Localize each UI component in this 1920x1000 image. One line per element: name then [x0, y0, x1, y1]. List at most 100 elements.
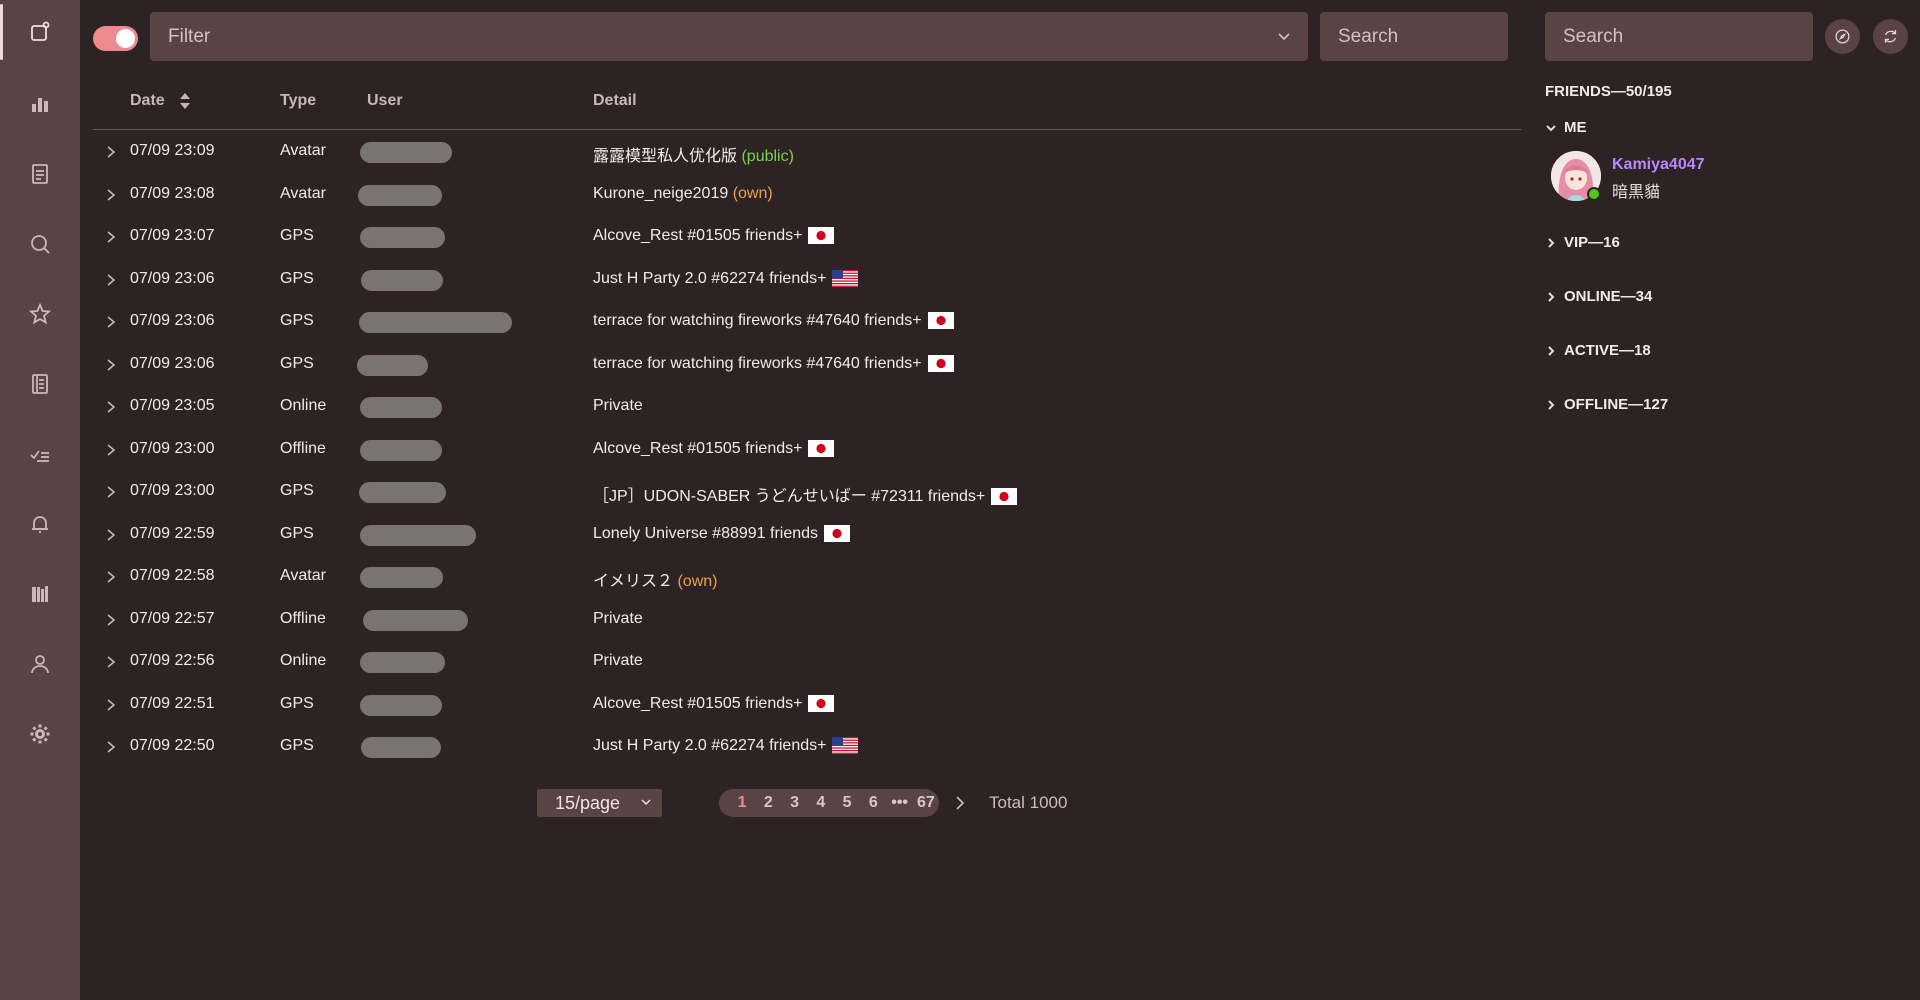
- row-detail-text: terrace for watching fireworks #47640 fr…: [593, 312, 922, 329]
- nav-charts[interactable]: [0, 76, 80, 132]
- chevron-right-icon[interactable]: [106, 613, 116, 627]
- row-user-redacted[interactable]: [360, 397, 442, 418]
- table-row[interactable]: 07/09 23:08 Avatar Kurone_neige2019 (own): [93, 173, 1521, 216]
- row-detail[interactable]: Alcove_Rest #01505 friends+: [593, 227, 835, 245]
- row-user-redacted[interactable]: [360, 567, 443, 588]
- row-user-redacted[interactable]: [363, 609, 468, 631]
- table-row[interactable]: 07/09 22:56 Online Private: [93, 640, 1521, 683]
- me-username[interactable]: Kamiya4047: [1612, 156, 1705, 174]
- row-detail[interactable]: Private: [593, 397, 643, 415]
- row-detail[interactable]: Private: [593, 610, 643, 628]
- table-row[interactable]: 07/09 23:09 Avatar 露露模型私人优化版 (public): [93, 130, 1521, 173]
- table-row[interactable]: 07/09 23:00 GPS ［JP］UDON-SABER うどんせいばー #72…: [93, 470, 1521, 513]
- feed-search-input[interactable]: [1320, 12, 1508, 61]
- row-user-redacted[interactable]: [358, 184, 442, 206]
- page-size-select[interactable]: 15/page: [537, 789, 662, 817]
- chevron-right-icon[interactable]: [106, 230, 116, 244]
- refresh-button[interactable]: [1873, 19, 1908, 54]
- row-detail[interactable]: イメリス２ (own): [593, 567, 717, 591]
- chevron-right-icon[interactable]: [106, 570, 116, 584]
- group-me[interactable]: ME: [1545, 119, 1587, 136]
- chevron-right-icon[interactable]: [106, 443, 116, 457]
- table-row[interactable]: 07/09 23:07 GPS Alcove_Rest #01505 friends…: [93, 215, 1521, 258]
- row-user-redacted[interactable]: [360, 652, 445, 673]
- filter-select[interactable]: Filter: [150, 12, 1308, 61]
- row-user-redacted[interactable]: [360, 524, 476, 546]
- row-detail[interactable]: 露露模型私人优化版 (public): [593, 142, 794, 166]
- chevron-right-icon[interactable]: [106, 273, 116, 287]
- row-user-redacted[interactable]: [360, 227, 445, 248]
- nav-notes[interactable]: [0, 146, 80, 202]
- page-number[interactable]: 4: [808, 794, 834, 812]
- column-date[interactable]: Date: [130, 92, 191, 110]
- row-detail[interactable]: Alcove_Rest #01505 friends+: [593, 695, 835, 713]
- chevron-right-icon[interactable]: [106, 740, 116, 754]
- nav-settings[interactable]: [0, 706, 80, 762]
- row-detail[interactable]: terrace for watching fireworks #47640 fr…: [593, 312, 954, 330]
- table-row[interactable]: 07/09 22:59 GPS Lonely Universe #88991 fri…: [93, 513, 1521, 556]
- chevron-right-icon[interactable]: [106, 485, 116, 499]
- chevron-right-icon[interactable]: [106, 145, 116, 159]
- next-page-icon[interactable]: [954, 795, 966, 811]
- table-row[interactable]: 07/09 22:57 Offline Private: [93, 598, 1521, 641]
- friend-group-header[interactable]: ACTIVE—18: [1545, 342, 1651, 359]
- row-detail[interactable]: Just H Party 2.0 #62274 friends+: [593, 269, 859, 288]
- row-user-redacted[interactable]: [361, 269, 443, 291]
- friend-group-label: ACTIVE—18: [1564, 342, 1651, 359]
- page-number[interactable]: 3: [782, 794, 808, 812]
- row-detail[interactable]: Private: [593, 652, 643, 670]
- nav-documents[interactable]: [0, 356, 80, 412]
- table-row[interactable]: 07/09 22:50 GPS Just H Party 2.0 #62274 fr…: [93, 725, 1521, 768]
- row-type: Offline: [280, 609, 326, 627]
- friend-group-header[interactable]: ONLINE—34: [1545, 288, 1652, 305]
- friend-group-header[interactable]: VIP—16: [1545, 234, 1620, 251]
- row-user-redacted[interactable]: [359, 482, 446, 503]
- friend-group-header[interactable]: OFFLINE—127: [1545, 396, 1668, 413]
- table-row[interactable]: 07/09 22:51 GPS Alcove_Rest #01505 friends…: [93, 683, 1521, 726]
- nav-notifications[interactable]: [0, 496, 80, 552]
- nav-profile[interactable]: [0, 636, 80, 692]
- page-number[interactable]: 1: [729, 794, 755, 812]
- row-user-redacted[interactable]: [357, 354, 428, 376]
- page-ellipsis[interactable]: •••: [887, 794, 913, 812]
- row-user-redacted[interactable]: [359, 312, 512, 333]
- table-row[interactable]: 07/09 23:06 GPS Just H Party 2.0 #62274 fr…: [93, 258, 1521, 301]
- page-number[interactable]: 6: [860, 794, 886, 812]
- flag-usa-icon: [832, 269, 859, 287]
- page-number[interactable]: 5: [834, 794, 860, 812]
- side-nav: [0, 0, 80, 1000]
- row-user-redacted[interactable]: [360, 694, 442, 716]
- table-row[interactable]: 07/09 23:05 Online Private: [93, 385, 1521, 428]
- row-detail[interactable]: Kurone_neige2019 (own): [593, 185, 773, 203]
- chevron-right-icon[interactable]: [106, 528, 116, 542]
- row-user-redacted[interactable]: [360, 142, 452, 163]
- row-detail[interactable]: Just H Party 2.0 #62274 friends+: [593, 737, 859, 755]
- table-row[interactable]: 07/09 22:58 Avatar イメリス２ (own): [93, 555, 1521, 598]
- nav-favorites[interactable]: [0, 286, 80, 342]
- chevron-right-icon[interactable]: [106, 655, 116, 669]
- row-user-redacted[interactable]: [361, 737, 441, 758]
- table-row[interactable]: 07/09 23:06 GPS terrace for watching firew…: [93, 343, 1521, 386]
- chevron-right-icon[interactable]: [106, 315, 116, 329]
- row-detail[interactable]: terrace for watching fireworks #47640 fr…: [593, 355, 954, 373]
- nav-search[interactable]: [0, 216, 80, 272]
- row-detail[interactable]: Alcove_Rest #01505 friends+: [593, 440, 835, 458]
- page-number[interactable]: 67: [913, 794, 939, 812]
- compass-button[interactable]: [1825, 19, 1860, 54]
- nav-library[interactable]: [0, 566, 80, 622]
- nav-checklist[interactable]: [0, 426, 80, 482]
- friends-search-input[interactable]: [1545, 12, 1813, 61]
- chevron-right-icon[interactable]: [106, 358, 116, 372]
- nav-feed[interactable]: [0, 4, 80, 60]
- page-number[interactable]: 2: [755, 794, 781, 812]
- feed-toggle-switch[interactable]: [93, 26, 138, 51]
- row-detail[interactable]: ［JP］UDON-SABER うどんせいばー #72311 friends+: [593, 482, 1018, 506]
- row-detail[interactable]: Lonely Universe #88991 friends: [593, 525, 851, 543]
- sort-icon[interactable]: [179, 92, 191, 110]
- table-row[interactable]: 07/09 23:06 GPS terrace for watching firew…: [93, 300, 1521, 343]
- table-row[interactable]: 07/09 23:00 Offline Alcove_Rest #01505 fri…: [93, 428, 1521, 471]
- chevron-right-icon[interactable]: [106, 400, 116, 414]
- row-user-redacted[interactable]: [360, 439, 442, 461]
- chevron-right-icon[interactable]: [106, 698, 116, 712]
- chevron-right-icon[interactable]: [106, 188, 116, 202]
